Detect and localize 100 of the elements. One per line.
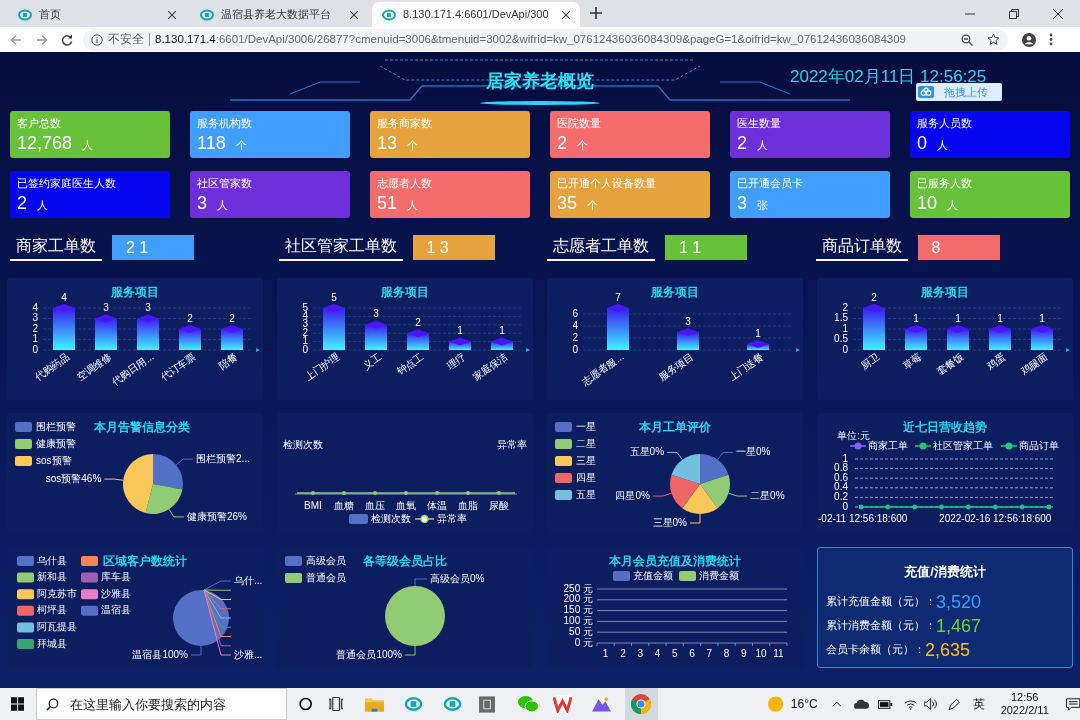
- restore-icon[interactable]: [1009, 8, 1019, 19]
- axis-label: 3: [32, 312, 38, 324]
- new-tab-icon[interactable]: [589, 7, 602, 19]
- legend-swatch[interactable]: [349, 514, 368, 524]
- legend-line-icon[interactable]: [414, 514, 435, 524]
- legend-label: 商品订单: [1019, 439, 1059, 451]
- legend-swatch[interactable]: [81, 589, 98, 600]
- cortana-icon[interactable]: [299, 697, 313, 711]
- input-language[interactable]: 英: [972, 695, 985, 713]
- legend-swatch[interactable]: [81, 605, 98, 616]
- legend-swatch[interactable]: [15, 439, 32, 449]
- legend-swatch[interactable]: [17, 605, 34, 616]
- forward-icon[interactable]: [36, 33, 48, 46]
- browser-tab[interactable]: 8.130.171.4:6601/DevApi/300: [372, 2, 580, 27]
- speaker-icon[interactable]: [923, 698, 938, 710]
- legend-swatch[interactable]: [555, 439, 572, 449]
- close-icon[interactable]: [1053, 8, 1063, 19]
- temperature-text[interactable]: 16°C: [790, 695, 818, 713]
- legend-swatch[interactable]: [15, 456, 32, 466]
- url-text[interactable]: 8.130.171.4:6601/DevApi/3006/26877?cmenuid=3006&tmenuid=3002&wifrid=kw_07612436036084309&pageG=1&oifrid=kw_07612436036084309: [155, 30, 906, 49]
- legend-swatch[interactable]: [555, 490, 572, 500]
- reload-icon[interactable]: [61, 33, 73, 46]
- close-icon[interactable]: [561, 10, 570, 19]
- taskbar-search-field[interactable]: 在这里输入你要搜索的内容: [36, 688, 288, 720]
- category-label: 上门送餐: [726, 350, 766, 383]
- pie-slice: [385, 586, 445, 646]
- legend-swatch[interactable]: [17, 556, 34, 566]
- scroll-marker-icon[interactable]: [256, 348, 260, 352]
- cloud-icon[interactable]: [854, 699, 870, 709]
- legend-swatch[interactable]: [17, 622, 34, 633]
- app-icon: [18, 8, 32, 21]
- pen-icon[interactable]: [948, 697, 961, 711]
- app-icon[interactable]: [479, 695, 496, 713]
- chart-title: 本月告警信息分类: [94, 420, 190, 435]
- category-label: 1: [602, 647, 609, 659]
- windows-logo-icon[interactable]: [11, 697, 25, 711]
- folder-icon[interactable]: [365, 696, 385, 712]
- clock-date[interactable]: 2022/2/11: [1000, 704, 1049, 717]
- category-label: 鸡腿面: [1018, 350, 1050, 377]
- star-icon[interactable]: [987, 33, 1000, 46]
- category-label: 鸡蛋: [984, 350, 1008, 372]
- mountain-app-icon[interactable]: [592, 696, 612, 712]
- chevron-up-icon[interactable]: [831, 701, 842, 707]
- legend-swatch[interactable]: [285, 573, 302, 583]
- category-label: 7: [706, 647, 713, 659]
- legend-label: 异常率: [437, 512, 467, 524]
- category-label: 家庭保洁: [470, 350, 510, 383]
- legend-swatch[interactable]: [17, 589, 34, 600]
- legend-swatch[interactable]: [285, 556, 302, 566]
- category-label: 9: [741, 647, 747, 659]
- browser-tab[interactable]: 温宿县养老大数据平台: [190, 2, 368, 27]
- minimize-icon[interactable]: [965, 12, 975, 15]
- data-point: [939, 504, 944, 510]
- legend-swatch[interactable]: [17, 639, 34, 649]
- legend-swatch[interactable]: [555, 422, 572, 432]
- legend-swatch[interactable]: [555, 473, 572, 483]
- chart-title: 区域客户数统计: [103, 554, 187, 569]
- count-label: 社区管家工单数: [278, 233, 403, 261]
- address-bar[interactable]: 不安全 8.130.171.4:6601/DevApi/3006/26877?cmenuid=3006&tmenuid=3002&wifrid=kw_07612436036084309&pageG=1&oifrid=kw_07612436036084309: [83, 28, 1008, 51]
- scroll-marker-icon[interactable]: [796, 348, 800, 352]
- legend-swatch[interactable]: [17, 572, 34, 583]
- close-icon[interactable]: [350, 10, 358, 19]
- legend-swatch[interactable]: [81, 572, 98, 583]
- browser-tab[interactable]: 首页: [8, 2, 186, 27]
- close-icon[interactable]: [168, 10, 176, 19]
- task-view-icon[interactable]: [328, 697, 343, 711]
- account-icon[interactable]: [1022, 32, 1036, 47]
- legend-swatch[interactable]: [679, 571, 696, 581]
- axis-label: 2: [572, 331, 578, 343]
- stat-unit: 人: [82, 138, 94, 153]
- app-icon[interactable]: [404, 696, 424, 712]
- scroll-marker-icon[interactable]: [1066, 348, 1070, 352]
- legend-swatch[interactable]: [81, 556, 98, 566]
- clock-time[interactable]: 12:56: [1010, 691, 1039, 704]
- category-label: 血氧: [396, 499, 416, 511]
- legend-swatch[interactable]: [613, 571, 630, 581]
- menu-icon[interactable]: [1049, 33, 1053, 46]
- pie-slice: [700, 454, 729, 484]
- battery-icon[interactable]: [878, 699, 893, 709]
- legend-swatch[interactable]: [15, 422, 32, 432]
- legend-line-icon[interactable]: [1000, 442, 1018, 450]
- zoom-icon[interactable]: [961, 33, 973, 46]
- back-icon[interactable]: [10, 33, 22, 46]
- legend-line-icon[interactable]: [914, 442, 932, 450]
- app-icon[interactable]: [553, 695, 573, 713]
- category-label: 血脂: [458, 499, 478, 511]
- wifi-icon[interactable]: [903, 698, 917, 710]
- legend-label: 普通会员: [306, 571, 346, 583]
- axis-label: 200 元: [563, 593, 593, 605]
- bar: [491, 337, 513, 350]
- legend-swatch[interactable]: [555, 456, 572, 466]
- legend-label: 商家工单: [868, 439, 908, 451]
- scroll-marker-icon[interactable]: [526, 348, 530, 352]
- axis-label: 1: [842, 322, 848, 334]
- chrome-icon[interactable]: [631, 694, 652, 714]
- data-label: 2: [415, 316, 421, 328]
- app-icon[interactable]: [443, 696, 463, 712]
- legend-label: 围栏预警: [36, 420, 76, 432]
- notification-icon[interactable]: [1065, 697, 1080, 711]
- info-icon[interactable]: [91, 33, 103, 46]
